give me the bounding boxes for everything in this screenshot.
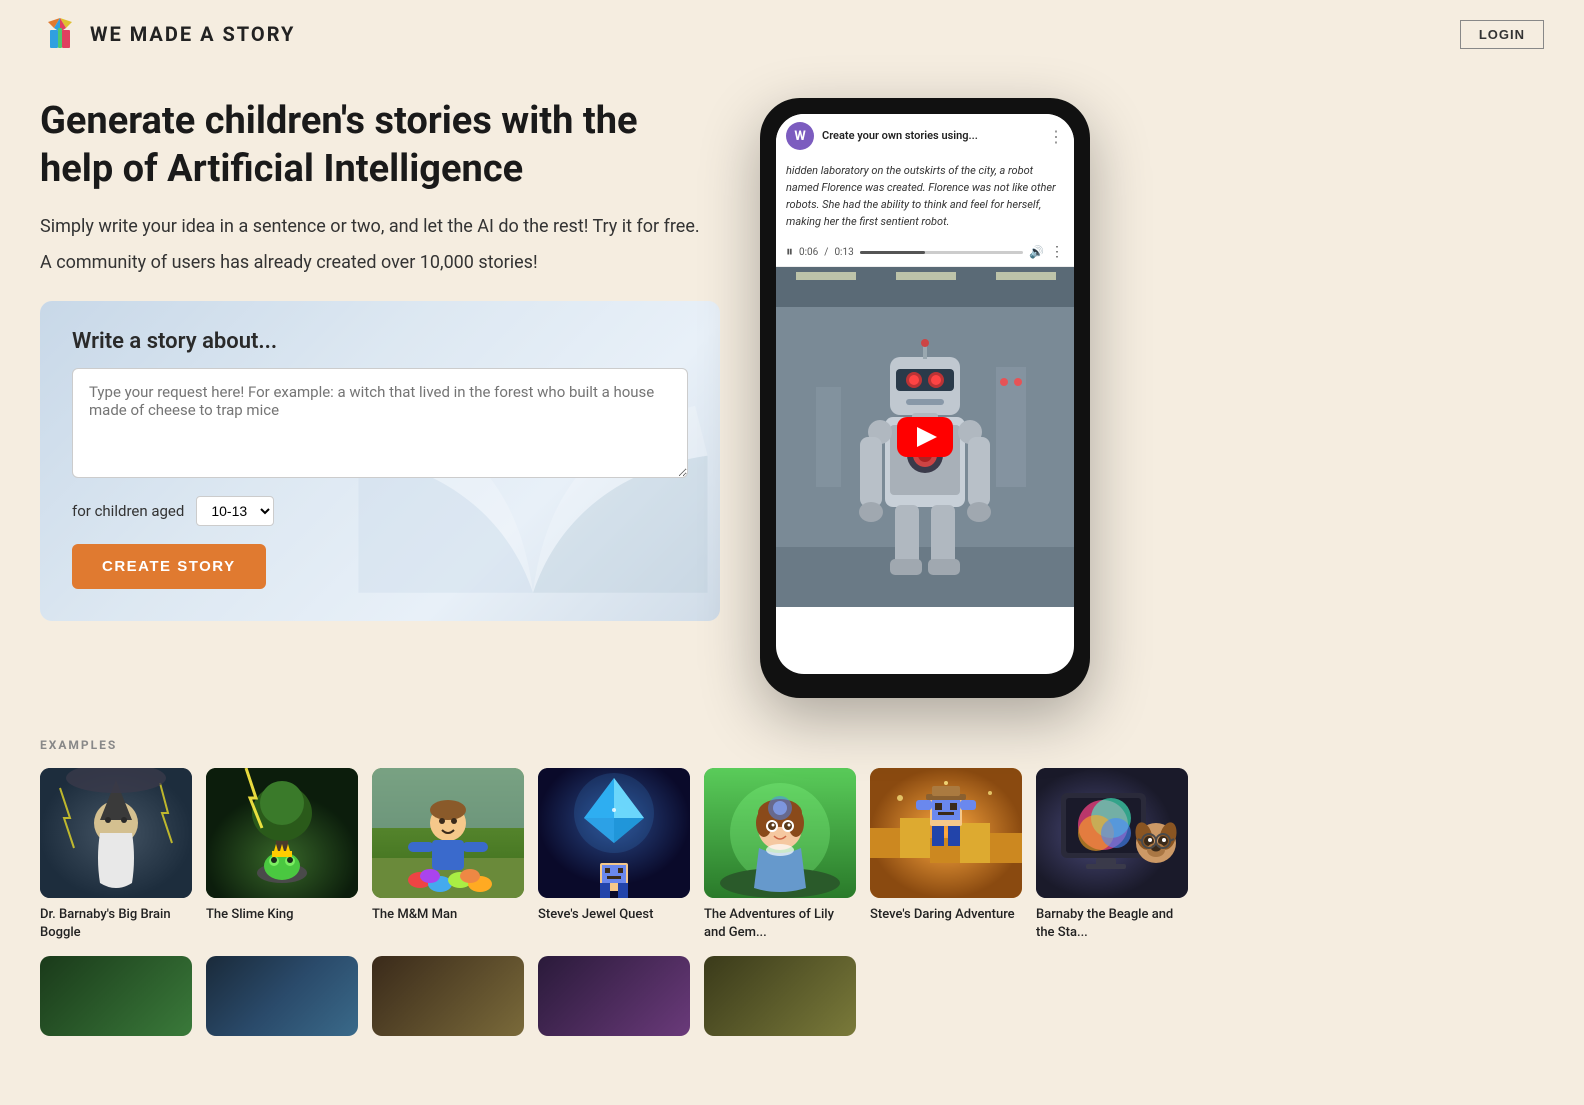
- thumb-image-1: [40, 768, 192, 898]
- story-thumb-5: [704, 768, 856, 898]
- thumb-image-4: [538, 768, 690, 898]
- story-thumb-7: [1036, 768, 1188, 898]
- story-form-label: Write a story about...: [72, 329, 688, 354]
- thumb-image-3: [372, 768, 524, 898]
- age-row: for children aged 3-5 6-9 10-13 14+: [72, 496, 688, 526]
- hero-community: A community of users has already created…: [40, 252, 720, 273]
- pause-icon[interactable]: ⏸: [786, 244, 793, 260]
- hero-title: Generate children's stories with the hel…: [40, 98, 720, 193]
- video-controls: ⏸ 0:06 / 0:13 🔊 ⋮: [776, 238, 1074, 267]
- phone-mockup-container: W Create your own stories using... ⋮ hid…: [760, 98, 1100, 698]
- story-title-1: Dr. Barnaby's Big Brain Boggle: [40, 906, 192, 942]
- story-item-4[interactable]: Steve's Jewel Quest: [538, 768, 690, 942]
- story-title-2: The Slime King: [206, 906, 358, 924]
- hero-section: Generate children's stories with the hel…: [0, 68, 1584, 718]
- play-triangle: [917, 427, 937, 447]
- story-thumb-3: [372, 768, 524, 898]
- thumb-image-2: [206, 768, 358, 898]
- thumb-image-5: [704, 768, 856, 898]
- story-textarea[interactable]: [72, 368, 688, 478]
- progress-bar[interactable]: [860, 251, 1023, 254]
- phone-screen: W Create your own stories using... ⋮ hid…: [776, 114, 1074, 674]
- age-select[interactable]: 3-5 6-9 10-13 14+: [196, 496, 274, 526]
- examples-label: EXAMPLES: [40, 738, 1544, 752]
- story-title-6: Steve's Daring Adventure: [870, 906, 1022, 924]
- thumb-bottom-4[interactable]: [538, 956, 690, 1036]
- channel-avatar: W: [786, 122, 814, 150]
- story-title-3: The M&M Man: [372, 906, 524, 924]
- story-title-4: Steve's Jewel Quest: [538, 906, 690, 924]
- time-total: 0:13: [834, 247, 853, 258]
- story-item-6[interactable]: Steve's Daring Adventure: [870, 768, 1022, 942]
- story-title-7: Barnaby the Beagle and the Sta...: [1036, 906, 1188, 942]
- age-label: for children aged: [72, 502, 184, 520]
- video-title: Create your own stories using...: [822, 129, 1048, 143]
- create-story-button[interactable]: CREATE STORY: [72, 544, 266, 589]
- story-thumb-1: [40, 768, 192, 898]
- thumb-bottom-1[interactable]: [40, 956, 192, 1036]
- story-item-3[interactable]: The M&M Man: [372, 768, 524, 942]
- settings-icon[interactable]: ⋮: [1050, 244, 1064, 260]
- thumb-bottom-2[interactable]: [206, 956, 358, 1036]
- story-item-7[interactable]: Barnaby the Beagle and the Sta...: [1036, 768, 1188, 942]
- story-item-1[interactable]: Dr. Barnaby's Big Brain Boggle: [40, 768, 192, 942]
- volume-icon[interactable]: 🔊: [1029, 245, 1044, 259]
- thumb-bottom-5[interactable]: [704, 956, 856, 1036]
- time-current: 0:06: [799, 247, 818, 258]
- more-options-icon[interactable]: ⋮: [1048, 127, 1064, 146]
- login-button[interactable]: LOGIN: [1460, 20, 1544, 49]
- robot-character: [840, 307, 1010, 607]
- examples-grid: Dr. Barnaby's Big Brain Boggle: [40, 768, 1544, 942]
- logo-text: WE MADE A STORY: [90, 22, 295, 46]
- story-form: Write a story about... for children aged…: [72, 329, 688, 589]
- youtube-header: W Create your own stories using... ⋮: [776, 114, 1074, 156]
- robot-image-area: [776, 267, 1074, 607]
- logo-area: WE MADE A STORY: [40, 14, 295, 54]
- progress-fill: [860, 251, 925, 254]
- thumb-image-6: [870, 768, 1022, 898]
- hero-left: Generate children's stories with the hel…: [40, 98, 720, 621]
- examples-grid-row2: [40, 956, 1544, 1036]
- time-separator: /: [824, 247, 828, 258]
- story-text-area: hidden laboratory on the outskirts of th…: [776, 156, 1074, 238]
- hero-subtitle: Simply write your idea in a sentence or …: [40, 213, 720, 240]
- story-thumb-4: [538, 768, 690, 898]
- thumb-bottom-3[interactable]: [372, 956, 524, 1036]
- phone-mockup: W Create your own stories using... ⋮ hid…: [760, 98, 1090, 698]
- thumb-image-7: [1036, 768, 1188, 898]
- header: WE MADE A STORY LOGIN: [0, 0, 1584, 68]
- logo-icon: [40, 14, 80, 54]
- story-creation-card: Write a story about... for children aged…: [40, 301, 720, 621]
- story-text: hidden laboratory on the outskirts of th…: [786, 162, 1064, 230]
- story-title-5: The Adventures of Lily and Gem...: [704, 906, 856, 942]
- story-thumb-2: [206, 768, 358, 898]
- examples-section: EXAMPLES: [0, 718, 1584, 1066]
- story-thumb-6: [870, 768, 1022, 898]
- story-item-2[interactable]: The Slime King: [206, 768, 358, 942]
- play-button[interactable]: [897, 417, 953, 457]
- story-item-5[interactable]: The Adventures of Lily and Gem...: [704, 768, 856, 942]
